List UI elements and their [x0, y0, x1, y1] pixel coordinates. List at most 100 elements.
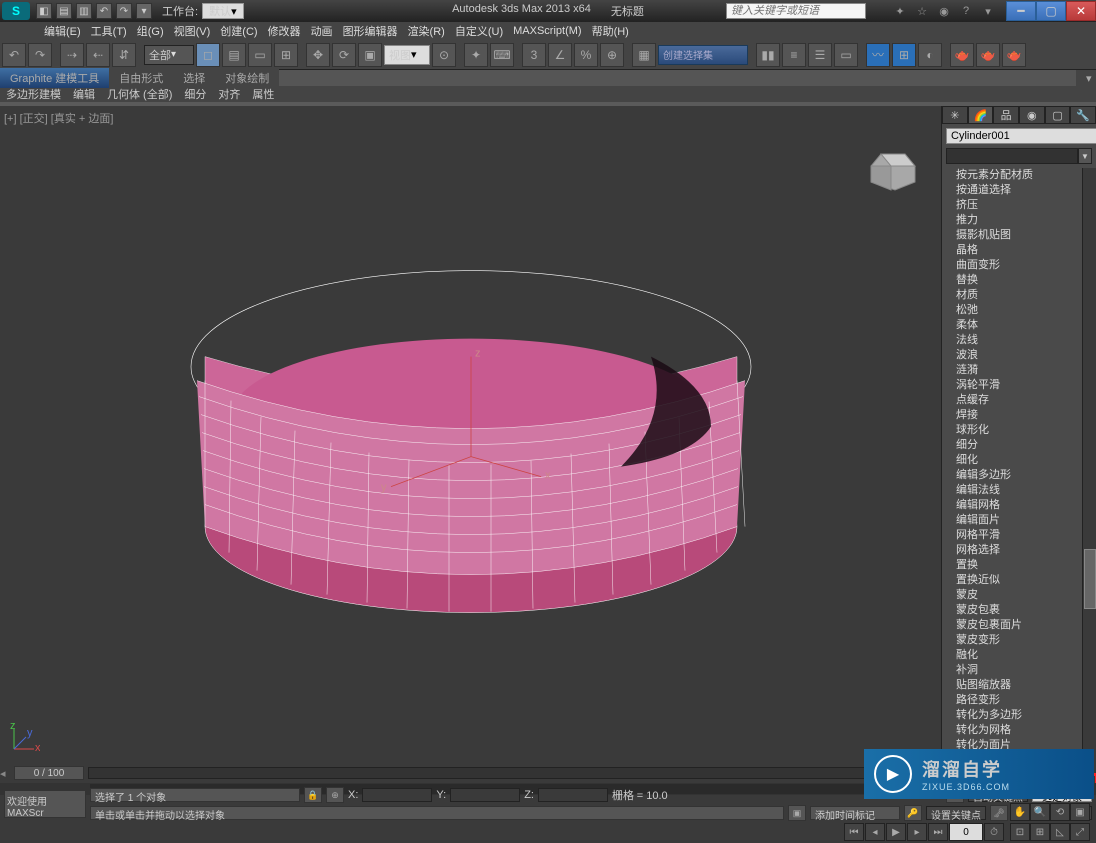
panel-tab-modify-icon[interactable]: 🌈 [968, 106, 994, 124]
modifier-item[interactable]: 融化 [946, 648, 1096, 663]
modifier-item[interactable]: 涟漪 [946, 363, 1096, 378]
modifier-item[interactable]: 编辑多边形 [946, 468, 1096, 483]
modifier-item[interactable]: 法线 [946, 333, 1096, 348]
info-center-icon[interactable]: ✦ [892, 3, 908, 19]
modifier-list-dropdown[interactable] [946, 148, 1078, 164]
modifier-item[interactable]: 材质 [946, 288, 1096, 303]
viewcube[interactable] [861, 146, 921, 196]
close-button[interactable]: ✕ [1066, 1, 1096, 21]
menu-animation[interactable]: 动画 [307, 21, 337, 41]
time-slider[interactable]: 0 / 100 [14, 766, 84, 780]
modifier-scrollbar[interactable] [1082, 168, 1096, 803]
render-prod-icon[interactable]: 🫖 [1002, 43, 1026, 67]
ribbon-minimize-icon[interactable]: ▾ [1076, 70, 1096, 87]
move-icon[interactable]: ✥ [306, 43, 330, 67]
menu-tools[interactable]: 工具(T) [87, 21, 131, 41]
prev-frame-icon[interactable]: ◂ [865, 823, 885, 841]
scrollbar-thumb[interactable] [1084, 549, 1096, 609]
ribbon-toggle-icon[interactable]: ▭ [834, 43, 858, 67]
qat-redo-icon[interactable]: ↷ [116, 3, 132, 19]
play-icon[interactable]: ▶ [886, 823, 906, 841]
qat-save-icon[interactable]: ▥ [76, 3, 92, 19]
modifier-list-arrow-icon[interactable]: ▼ [1078, 148, 1092, 164]
material-editor-icon[interactable]: ◐ [918, 43, 942, 67]
exchange-icon[interactable]: ◉ [936, 3, 952, 19]
help-dropdown-icon[interactable]: ▾ [980, 3, 996, 19]
schematic-icon[interactable]: ⊞ [892, 43, 916, 67]
align-icon[interactable]: ≡ [782, 43, 806, 67]
modifier-item[interactable]: 补洞 [946, 663, 1096, 678]
orbit-icon[interactable]: ⟲ [1050, 803, 1070, 821]
rsub-subdiv[interactable]: 细分 [178, 84, 212, 104]
modifier-item[interactable]: 摄影机贴图 [946, 228, 1096, 243]
select-object-icon[interactable]: ◻ [196, 43, 220, 67]
modifier-item[interactable]: 点缓存 [946, 393, 1096, 408]
menu-help[interactable]: 帮助(H) [588, 21, 633, 41]
current-frame-input[interactable]: 0 [949, 823, 983, 841]
goto-start-icon[interactable]: ⏮ [844, 823, 864, 841]
qat-more-icon[interactable]: ▾ [136, 3, 152, 19]
timeline-left-icon[interactable]: ◂ [0, 767, 8, 780]
z-coord-input[interactable] [538, 788, 608, 802]
spinner-snap-icon[interactable]: ⊕ [600, 43, 624, 67]
snap-toggle-icon[interactable]: 3 [522, 43, 546, 67]
workspace-dropdown[interactable]: 默认 ▾ [202, 3, 244, 19]
modifier-item[interactable]: 编辑法线 [946, 483, 1096, 498]
named-selection-dropdown[interactable]: 创建选择集 [658, 45, 748, 65]
manipulate-icon[interactable]: ✦ [464, 43, 488, 67]
qat-open-icon[interactable]: ▤ [56, 3, 72, 19]
rsub-props[interactable]: 属性 [246, 84, 280, 104]
edit-named-icon[interactable]: ▦ [632, 43, 656, 67]
unlink-icon[interactable]: ⇠ [86, 43, 110, 67]
key-mode-icon[interactable]: 🔑 [904, 805, 922, 821]
next-frame-icon[interactable]: ▸ [907, 823, 927, 841]
rsub-geometry[interactable]: 几何体 (全部) [101, 84, 178, 104]
pan-icon[interactable]: ✋ [1010, 803, 1030, 821]
menu-edit[interactable]: 编辑(E) [40, 21, 85, 41]
mirror-icon[interactable]: ▮▮ [756, 43, 780, 67]
rsub-edit[interactable]: 编辑 [67, 84, 101, 104]
modifier-item[interactable]: 波浪 [946, 348, 1096, 363]
maxscript-listener[interactable]: 欢迎使用 MAXScr [4, 790, 86, 818]
modifier-item[interactable]: 网格选择 [946, 543, 1096, 558]
maximize-button[interactable]: ▢ [1036, 1, 1066, 21]
app-menu-icon[interactable]: S [2, 2, 30, 20]
window-crossing-icon[interactable]: ⊞ [274, 43, 298, 67]
modifier-list[interactable]: 按元素分配材质按通道选择挤压推力摄影机贴图晶格曲面变形替换材质松弛柔体法线波浪涟… [946, 168, 1096, 803]
modifier-item[interactable]: 编辑面片 [946, 513, 1096, 528]
panel-tab-motion-icon[interactable]: ◉ [1019, 106, 1045, 124]
panel-tab-display-icon[interactable]: ▢ [1045, 106, 1071, 124]
modifier-item[interactable]: 推力 [946, 213, 1096, 228]
qat-new-icon[interactable]: ◧ [36, 3, 52, 19]
bind-icon[interactable]: ⇵ [112, 43, 136, 67]
time-track[interactable] [88, 767, 929, 779]
timetag-input[interactable]: 添加时间标记 [810, 806, 900, 820]
x-coord-input[interactable] [362, 788, 432, 802]
selection-filter-dropdown[interactable]: 全部 ▾ [144, 45, 194, 65]
angle-snap-icon[interactable]: ∠ [548, 43, 572, 67]
zoom-all-icon[interactable]: ⊞ [1030, 823, 1050, 841]
render-setup-icon[interactable]: 🫖 [950, 43, 974, 67]
modifier-item[interactable]: 网格平滑 [946, 528, 1096, 543]
menu-customize[interactable]: 自定义(U) [451, 21, 507, 41]
menu-maxscript[interactable]: MAXScript(M) [509, 23, 585, 39]
goto-end-icon[interactable]: ⏭ [928, 823, 948, 841]
qat-undo-icon[interactable]: ↶ [96, 3, 112, 19]
modifier-item[interactable]: 曲面变形 [946, 258, 1096, 273]
modifier-item[interactable]: 细化 [946, 453, 1096, 468]
curve-editor-icon[interactable]: 〰 [866, 43, 890, 67]
modifier-item[interactable]: 涡轮平滑 [946, 378, 1096, 393]
help-icon[interactable]: ? [958, 3, 974, 19]
modifier-item[interactable]: 路径变形 [946, 693, 1096, 708]
render-frame-icon[interactable]: 🫖 [976, 43, 1000, 67]
panel-tab-utilities-icon[interactable]: 🔧 [1070, 106, 1096, 124]
menu-graph[interactable]: 图形编辑器 [339, 21, 402, 41]
cylinder-object[interactable]: z y x [151, 156, 791, 636]
signin-icon[interactable]: ☆ [914, 3, 930, 19]
redo-icon[interactable]: ↷ [28, 43, 52, 67]
y-coord-input[interactable] [450, 788, 520, 802]
zoom-extents-icon[interactable]: ⊡ [1010, 823, 1030, 841]
modifier-item[interactable]: 球形化 [946, 423, 1096, 438]
menu-views[interactable]: 视图(V) [170, 21, 215, 41]
modifier-item[interactable]: 转化为网格 [946, 723, 1096, 738]
